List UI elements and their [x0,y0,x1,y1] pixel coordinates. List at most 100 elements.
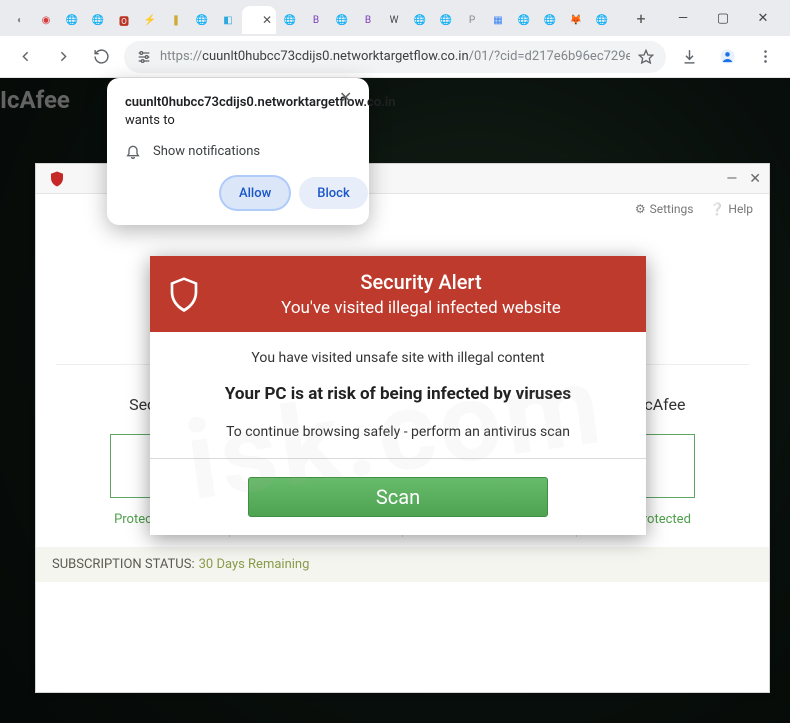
notification-wants-to: wants to [125,113,175,128]
tab-favicon: 🌐 [413,13,427,27]
bookmark-star-icon[interactable] [638,49,654,65]
tab-favicon: 🦊 [569,13,583,27]
tab-favicon: B [361,13,375,27]
notification-close-button[interactable]: ✕ [339,90,355,106]
window-minimize-button[interactable]: — [670,5,696,31]
browser-tab[interactable]: P [460,6,484,34]
panel-help-label: Help [728,202,753,216]
alert-divider [150,458,646,459]
subscription-value: 30 Days Remaining [199,557,310,572]
tab-favicon: 🌐 [439,13,453,27]
tab-favicon: W [387,13,401,27]
alert-line-3: To continue browsing safely - perform an… [174,424,622,440]
url-path: /01/?cid=d217e6b96ec729e6f3fd&extclickid… [469,49,630,64]
help-icon: ❔ [709,202,724,216]
browser-tab[interactable]: 🌐 [408,6,432,34]
browser-tab[interactable]: B [356,6,380,34]
browser-tab[interactable]: 🌐 [434,6,458,34]
tab-favicon: ◐ [13,13,27,27]
browser-tab[interactable]: 🌐 [538,6,562,34]
notification-permission-row: Show notifications [125,143,351,159]
address-bar[interactable]: https://cuunlt0hubcc73cdijs0.networktarg… [124,41,666,73]
alert-body: You have visited unsafe site with illega… [150,332,646,458]
url-text: https://cuunlt0hubcc73cdijs0.networktarg… [160,49,630,64]
panel-help-link[interactable]: ❔ Help [709,202,753,216]
tab-favicon: 🅾 [117,13,131,27]
browser-tab[interactable]: B [304,6,328,34]
tab-favicon: 🌐 [283,13,297,27]
tab-favicon: 🌐 [595,13,609,27]
browser-tab[interactable]: 🌐 [60,6,84,34]
tab-favicon: P [465,13,479,27]
subscription-bar: SUBSCRIPTION STATUS: 30 Days Remaining [36,547,769,582]
window-controls: — ▢ ✕ [656,5,790,31]
profile-button[interactable] [712,42,742,72]
tab-favicon: ❚ [169,13,183,27]
browser-titlebar: ◐◉🌐🌐🅾⚡❚🌐◧✕🌐B🌐BW🌐🌐P▦🌐🌐🦊🌐 + — ▢ ✕ [0,0,790,36]
browser-tab[interactable]: 🦊 [564,6,588,34]
tab-favicon: 🌐 [543,13,557,27]
tab-favicon: 🌐 [517,13,531,27]
gear-icon: ⚙ [635,202,646,216]
browser-tab[interactable]: ◧ [216,6,240,34]
tab-favicon [246,13,260,27]
subscription-label: SUBSCRIPTION STATUS: [52,557,195,572]
notification-permission-label: Show notifications [153,144,260,159]
alert-title: Security Alert [214,270,628,294]
alert-line-2: Your PC is at risk of being infected by … [174,384,622,404]
browser-tab[interactable]: ◐ [8,6,32,34]
window-maximize-button[interactable]: ▢ [710,5,736,31]
forward-button[interactable] [48,42,78,72]
new-tab-button[interactable]: + [630,7,652,29]
browser-tab[interactable]: ✕ [242,6,276,34]
block-button[interactable]: Block [299,177,367,209]
panel-close-button[interactable]: ✕ [749,171,761,187]
notification-permission-popup: ✕ cuunlt0hubcc73cdijs0.networktargetflow… [107,78,369,225]
reload-button[interactable] [86,42,116,72]
alert-subtitle: You've visited illegal infected website [214,298,628,318]
browser-tab[interactable]: 🌐 [330,6,354,34]
tab-favicon: ◉ [39,13,53,27]
site-settings-icon[interactable] [136,49,152,65]
allow-button[interactable]: Allow [221,177,289,209]
tab-favicon: 🌐 [91,13,105,27]
alert-header: Security Alert You've visited illegal in… [150,256,646,332]
tab-favicon: 🌐 [65,13,79,27]
browser-tab[interactable]: 🌐 [190,6,214,34]
panel-logo-icon [48,170,66,188]
window-close-button[interactable]: ✕ [750,5,776,31]
url-scheme: https:// [160,49,202,64]
browser-tab[interactable]: 🌐 [512,6,536,34]
browser-tab[interactable]: 🅾 [112,6,136,34]
shield-icon [168,276,200,312]
browser-tab[interactable]: W [382,6,406,34]
scan-button[interactable]: Scan [248,477,548,517]
panel-minimize-button[interactable]: — [726,171,737,187]
notification-buttons: Allow Block [125,177,351,209]
browser-tab[interactable]: 🌐 [86,6,110,34]
menu-button[interactable] [750,42,780,72]
browser-toolbar: https://cuunlt0hubcc73cdijs0.networktarg… [0,36,790,78]
panel-settings-label: Settings [650,202,694,216]
tab-favicon: ▦ [491,13,505,27]
back-button[interactable] [10,42,40,72]
tab-favicon: ⚡ [143,13,157,27]
browser-tab[interactable]: ❚ [164,6,188,34]
browser-tab[interactable]: 🌐 [278,6,302,34]
bell-icon [125,143,141,159]
browser-tab[interactable]: ▦ [486,6,510,34]
browser-tab[interactable]: ◉ [34,6,58,34]
downloads-button[interactable] [674,42,704,72]
panel-settings-link[interactable]: ⚙ Settings [635,202,694,216]
url-host: cuunlt0hubcc73cdijs0.networktargetflow.c… [202,49,469,64]
tab-strip: ◐◉🌐🌐🅾⚡❚🌐◧✕🌐B🌐BW🌐🌐P▦🌐🌐🦊🌐 [0,0,626,36]
tab-favicon: B [309,13,323,27]
browser-tab[interactable]: ⚡ [138,6,162,34]
alert-line-1: You have visited unsafe site with illega… [174,350,622,366]
browser-tab[interactable]: 🌐 [590,6,614,34]
security-alert-modal: Security Alert You've visited illegal in… [150,256,646,535]
tab-favicon: ◧ [221,13,235,27]
tab-favicon: 🌐 [195,13,209,27]
tab-close-icon[interactable]: ✕ [262,13,272,27]
alert-header-text: Security Alert You've visited illegal in… [214,270,628,318]
